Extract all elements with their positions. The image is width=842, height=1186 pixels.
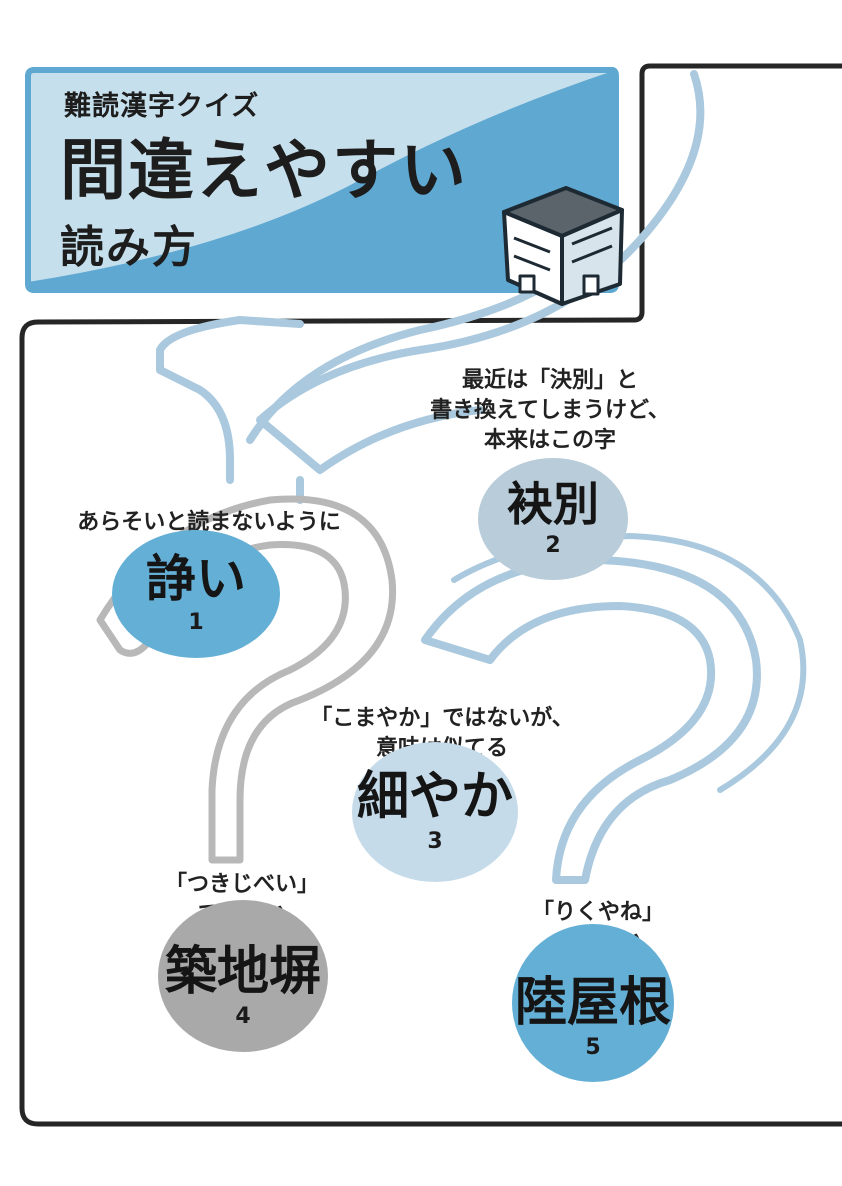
quiz-subtitle: 難読漢字クイズ bbox=[64, 91, 260, 122]
quiz-item-2: 袂別 2 bbox=[478, 458, 628, 580]
quiz-number: 4 bbox=[235, 1003, 251, 1029]
quiz-page: 難読漢字クイズ 間違えやすい 読み方 あらそいと読まないように 諍い 1 最近は… bbox=[0, 0, 842, 1186]
note-line: 「つきじべい」 bbox=[164, 872, 319, 897]
quiz-number: 1 bbox=[188, 609, 204, 635]
quiz-term: 諍い bbox=[146, 549, 246, 608]
frame-top-right bbox=[631, 63, 842, 323]
note-line: 「こまやか」ではないが、 bbox=[310, 706, 574, 731]
page-title-second-line: 読み方 bbox=[60, 222, 198, 273]
note-line: 本来はこの字 bbox=[483, 428, 616, 453]
quiz-item-4: 築地塀 4 bbox=[158, 900, 328, 1052]
quiz-number: 3 bbox=[427, 828, 443, 854]
note-line: 最近は「決別」と bbox=[461, 368, 638, 393]
quiz-term: 袂別 bbox=[507, 476, 599, 531]
quiz-term: 陸屋根 bbox=[514, 972, 671, 1033]
page-title: 間違えやすい bbox=[60, 132, 468, 209]
building-icon bbox=[502, 186, 624, 306]
quiz-term: 築地塀 bbox=[164, 941, 321, 1002]
quiz-item-5: 陸屋根 5 bbox=[512, 924, 674, 1082]
quiz-item-3: 細やか 3 bbox=[352, 742, 518, 882]
quiz-term: 細やか bbox=[356, 766, 513, 827]
quiz-number: 5 bbox=[585, 1034, 601, 1060]
quiz-item-2-note: 最近は「決別」と 書き換えてしまうけど、 本来はこの字 bbox=[400, 366, 700, 456]
quiz-number: 2 bbox=[545, 532, 561, 558]
quiz-item-1: 諍い 1 bbox=[112, 530, 280, 658]
note-line: 書き換えてしまうけど、 bbox=[430, 398, 670, 423]
